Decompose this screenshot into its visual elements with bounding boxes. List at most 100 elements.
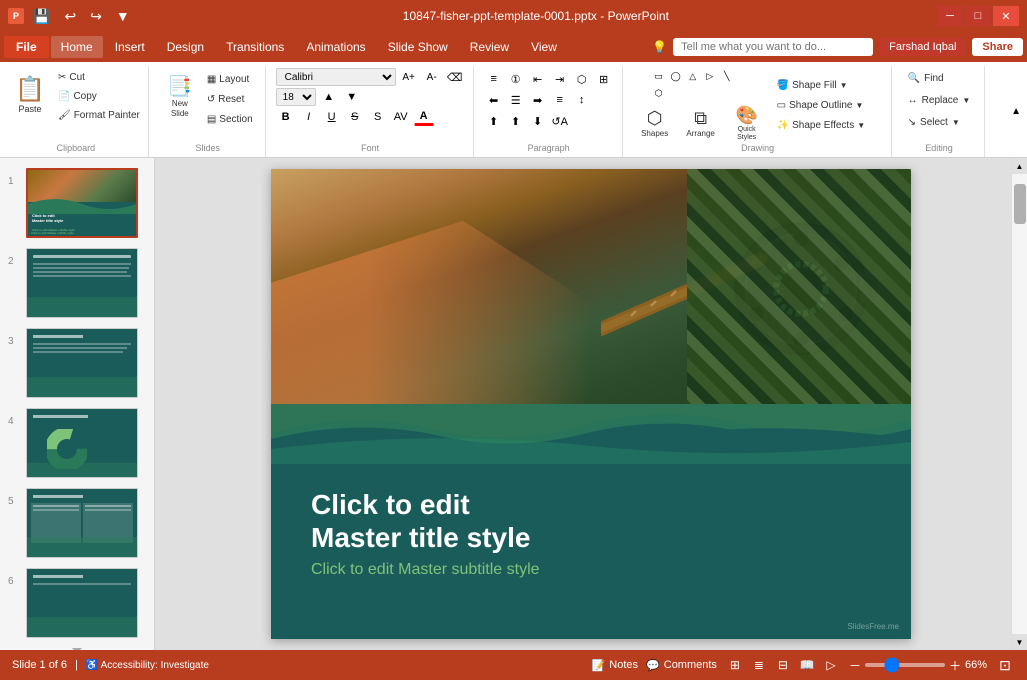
find-button[interactable]: 🔍 Find <box>902 68 977 88</box>
minimize-button[interactable]: ─ <box>937 6 963 26</box>
slide-canvas[interactable]: Click to edit Master title style Click t… <box>271 169 911 639</box>
scrollbar-thumb[interactable] <box>1014 184 1026 224</box>
view-tab[interactable]: View <box>521 36 567 58</box>
outline-view-button[interactable]: ≣ <box>749 655 769 675</box>
shape-1[interactable]: ▭ <box>651 68 667 84</box>
reading-view-button[interactable]: 📖 <box>797 655 817 675</box>
strikethrough-button[interactable]: S <box>345 108 365 126</box>
slide-thumbnail-6[interactable]: 6 <box>6 566 148 640</box>
scroll-down-button[interactable]: ▼ <box>1012 634 1027 650</box>
shape-2[interactable]: ◯ <box>668 68 684 84</box>
shadow-button[interactable]: S <box>368 108 388 126</box>
vertical-scrollbar[interactable]: ▲ ▼ <box>1011 158 1027 650</box>
zoom-slider[interactable] <box>865 663 945 667</box>
fit-slide-button[interactable]: ⊡ <box>995 655 1015 675</box>
cut-button[interactable]: ✂ Cut <box>54 68 144 86</box>
shape-3[interactable]: △ <box>685 68 701 84</box>
smart-art-button[interactable]: ⬡ <box>572 70 592 88</box>
slide-thumbnail-5[interactable]: 5 <box>6 486 148 560</box>
align-top-button[interactable]: ⬆ <box>484 112 504 130</box>
format-painter-button[interactable]: 🖌 Format Painter <box>54 106 144 124</box>
copy-button[interactable]: 📄 Copy <box>54 87 144 105</box>
spacing-button[interactable]: AV <box>391 108 411 126</box>
presenter-view-button[interactable]: ▷ <box>821 655 841 675</box>
replace-dropdown-icon[interactable]: ▼ <box>962 96 970 105</box>
align-middle-button[interactable]: ⬆ <box>506 112 526 130</box>
select-button[interactable]: ↘ Select ▼ <box>902 112 977 132</box>
home-tab[interactable]: Home <box>51 36 103 58</box>
slide-text-container[interactable]: Click to edit Master title style Click t… <box>311 488 540 579</box>
shape-outline-button[interactable]: ▭ Shape Outline ▼ <box>773 97 883 115</box>
scroll-up-button[interactable]: ▲ <box>1012 158 1027 174</box>
slide-subtitle[interactable]: Click to edit Master subtitle style <box>311 561 540 579</box>
file-menu[interactable]: File <box>4 36 49 58</box>
zoom-in-button[interactable]: ＋ <box>949 657 961 674</box>
slide-sorter-button[interactable]: ⊟ <box>773 655 793 675</box>
shape-outline-dropdown-icon[interactable]: ▼ <box>856 101 864 110</box>
customize-qat-button[interactable]: ▼ <box>111 6 135 26</box>
quick-styles-button[interactable]: 🎨 QuickStyles <box>725 103 769 143</box>
align-left-button[interactable]: ⬅ <box>484 91 504 109</box>
bold-button[interactable]: B <box>276 108 296 126</box>
ribbon-collapse-button[interactable]: ▲ <box>1009 66 1023 157</box>
undo-button[interactable]: ↩ <box>59 6 81 27</box>
zoom-out-button[interactable]: － <box>849 657 861 674</box>
paste-button[interactable]: 📋 Paste <box>8 68 52 120</box>
insert-tab[interactable]: Insert <box>105 36 155 58</box>
maximize-button[interactable]: □ <box>965 6 991 26</box>
slide-editing-area[interactable]: Click to edit Master title style Click t… <box>155 158 1027 650</box>
decrease-size-button[interactable]: ▼ <box>342 88 362 106</box>
justify-button[interactable]: ≡ <box>550 91 570 109</box>
line-spacing-button[interactable]: ↕ <box>572 91 592 109</box>
tell-me-search[interactable] <box>673 38 873 56</box>
notes-button[interactable]: 📝 Notes <box>592 659 638 672</box>
bullets-button[interactable]: ≡ <box>484 70 504 88</box>
align-bottom-button[interactable]: ⬇ <box>528 112 548 130</box>
shape-effects-dropdown-icon[interactable]: ▼ <box>857 121 865 130</box>
reset-button[interactable]: ↺ Reset <box>203 90 257 108</box>
font-color-button[interactable]: A <box>414 108 434 126</box>
review-tab[interactable]: Review <box>460 36 519 58</box>
slide-show-tab[interactable]: Slide Show <box>378 36 458 58</box>
numbering-button[interactable]: ① <box>506 70 526 88</box>
shape-6[interactable]: ⬡ <box>651 85 667 101</box>
close-button[interactable]: ✕ <box>993 6 1019 26</box>
decrease-font-button[interactable]: A- <box>422 68 442 86</box>
slide-thumbnail-1[interactable]: 1 Click to editMaster title style Click … <box>6 166 148 240</box>
share-button[interactable]: Share <box>972 38 1023 56</box>
font-family-select[interactable]: Calibri <box>276 68 396 86</box>
italic-button[interactable]: I <box>299 108 319 126</box>
transitions-tab[interactable]: Transitions <box>216 36 294 58</box>
increase-size-button[interactable]: ▲ <box>319 88 339 106</box>
select-dropdown-icon[interactable]: ▼ <box>952 118 960 127</box>
shapes-button[interactable]: ⬡ Shapes <box>633 103 677 143</box>
normal-view-button[interactable]: ⊞ <box>725 655 745 675</box>
accessibility-button[interactable]: ♿ Accessibility: Investigate <box>86 660 209 671</box>
slide-thumbnail-4[interactable]: 4 <box>6 406 148 480</box>
slide-main-title[interactable]: Click to edit Master title style <box>311 488 540 555</box>
font-size-select[interactable]: 18 <box>276 88 316 106</box>
shape-5[interactable]: ╲ <box>719 68 735 84</box>
replace-button[interactable]: ↔ Replace ▼ <box>902 90 977 110</box>
increase-font-button[interactable]: A+ <box>399 68 419 86</box>
new-slide-button[interactable]: 📑 NewSlide <box>159 70 201 122</box>
user-account-button[interactable]: Farshad Iqbal <box>879 38 966 56</box>
arrange-button[interactable]: ⧉ Arrange <box>679 103 723 143</box>
increase-indent-button[interactable]: ⇥ <box>550 70 570 88</box>
align-right-button[interactable]: ➡ <box>528 91 548 109</box>
text-direction-button[interactable]: ↺A <box>550 112 570 130</box>
columns-button[interactable]: ⊞ <box>594 70 614 88</box>
comments-button[interactable]: 💬 Comments <box>646 659 717 672</box>
slide-thumbnail-2[interactable]: 2 <box>6 246 148 320</box>
shape-effects-button[interactable]: ✨ Shape Effects ▼ <box>773 117 883 135</box>
redo-button[interactable]: ↪ <box>85 6 107 27</box>
animations-tab[interactable]: Animations <box>296 36 375 58</box>
align-center-button[interactable]: ☰ <box>506 91 526 109</box>
shape-fill-dropdown-icon[interactable]: ▼ <box>840 81 848 90</box>
layout-button[interactable]: ▦ Layout <box>203 70 257 88</box>
section-button[interactable]: ▤ Section <box>203 110 257 128</box>
decrease-indent-button[interactable]: ⇤ <box>528 70 548 88</box>
shape-4[interactable]: ▷ <box>702 68 718 84</box>
underline-button[interactable]: U <box>322 108 342 126</box>
slide-thumbnail-3[interactable]: 3 <box>6 326 148 400</box>
